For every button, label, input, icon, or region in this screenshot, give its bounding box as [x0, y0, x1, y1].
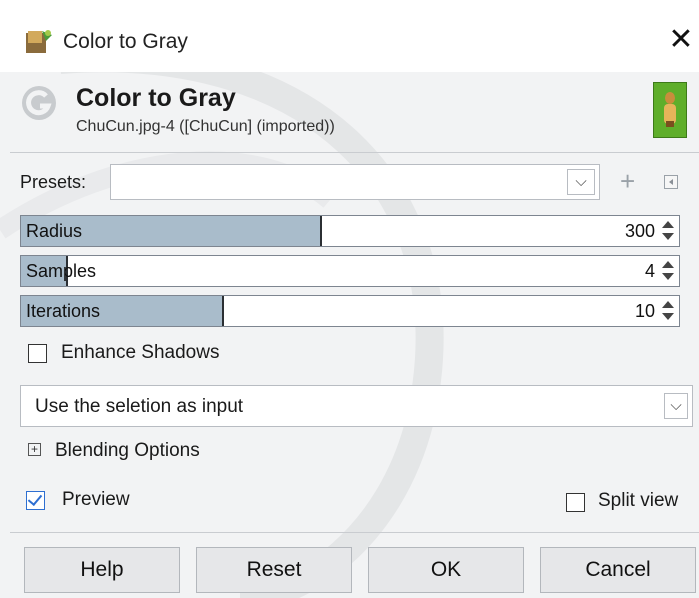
window-title: Color to Gray — [63, 30, 188, 53]
enhance-shadows-checkbox[interactable] — [28, 344, 47, 363]
image-thumbnail — [653, 82, 687, 138]
help-button[interactable]: Help — [24, 547, 180, 593]
enhance-shadows-label: Enhance Shadows — [61, 342, 220, 363]
presets-menu-icon[interactable] — [664, 175, 678, 189]
expand-icon[interactable]: + — [28, 443, 41, 456]
chevron-down-icon[interactable]: ⌵ — [664, 393, 688, 419]
separator — [10, 152, 699, 153]
preview-checkbox[interactable] — [26, 491, 45, 510]
iterations-scale[interactable]: Iterations 10 — [20, 295, 680, 327]
dialog-title: Color to Gray — [76, 84, 236, 112]
title-bar: Color to Gray ✕ — [0, 0, 699, 72]
samples-value: 4 — [644, 261, 655, 281]
split-view-checkbox[interactable] — [566, 493, 585, 512]
samples-label: Samples — [26, 261, 97, 281]
close-icon[interactable]: ✕ — [666, 23, 696, 57]
dialog-subtitle: ChuCun.jpg-4 ([ChuCun] (imported)) — [76, 118, 335, 135]
iterations-label: Iterations — [26, 301, 101, 321]
cancel-button[interactable]: Cancel — [540, 547, 696, 593]
presets-combo[interactable]: ⌵ — [110, 164, 600, 200]
reset-button[interactable]: Reset — [196, 547, 352, 593]
blending-options-expander[interactable]: Blending Options — [55, 440, 200, 462]
input-source-value: Use the seletion as input — [35, 396, 244, 417]
split-view-label[interactable]: Split view — [598, 490, 678, 512]
radius-value: 300 — [624, 221, 655, 241]
spin-arrows-icon[interactable] — [661, 219, 675, 243]
add-preset-icon[interactable]: + — [620, 167, 635, 195]
iterations-value: 10 — [634, 301, 655, 321]
samples-scale[interactable]: Samples 4 — [20, 255, 680, 287]
radius-label: Radius — [26, 221, 83, 241]
spin-arrows-icon[interactable] — [661, 259, 675, 283]
radius-scale[interactable]: Radius 300 — [20, 215, 680, 247]
separator — [10, 532, 699, 533]
preview-label[interactable]: Preview — [62, 489, 130, 511]
input-source-combo[interactable]: Use the seletion as input ⌵ — [20, 385, 693, 427]
presets-label: Presets: — [20, 172, 87, 192]
chevron-down-icon[interactable]: ⌵ — [567, 169, 595, 195]
ok-button[interactable]: OK — [368, 547, 524, 593]
spin-arrows-icon[interactable] — [661, 299, 675, 323]
thumbnail-figure-icon — [664, 92, 676, 127]
gimp-wilber-icon — [26, 30, 52, 53]
gegl-g-icon — [22, 86, 56, 120]
